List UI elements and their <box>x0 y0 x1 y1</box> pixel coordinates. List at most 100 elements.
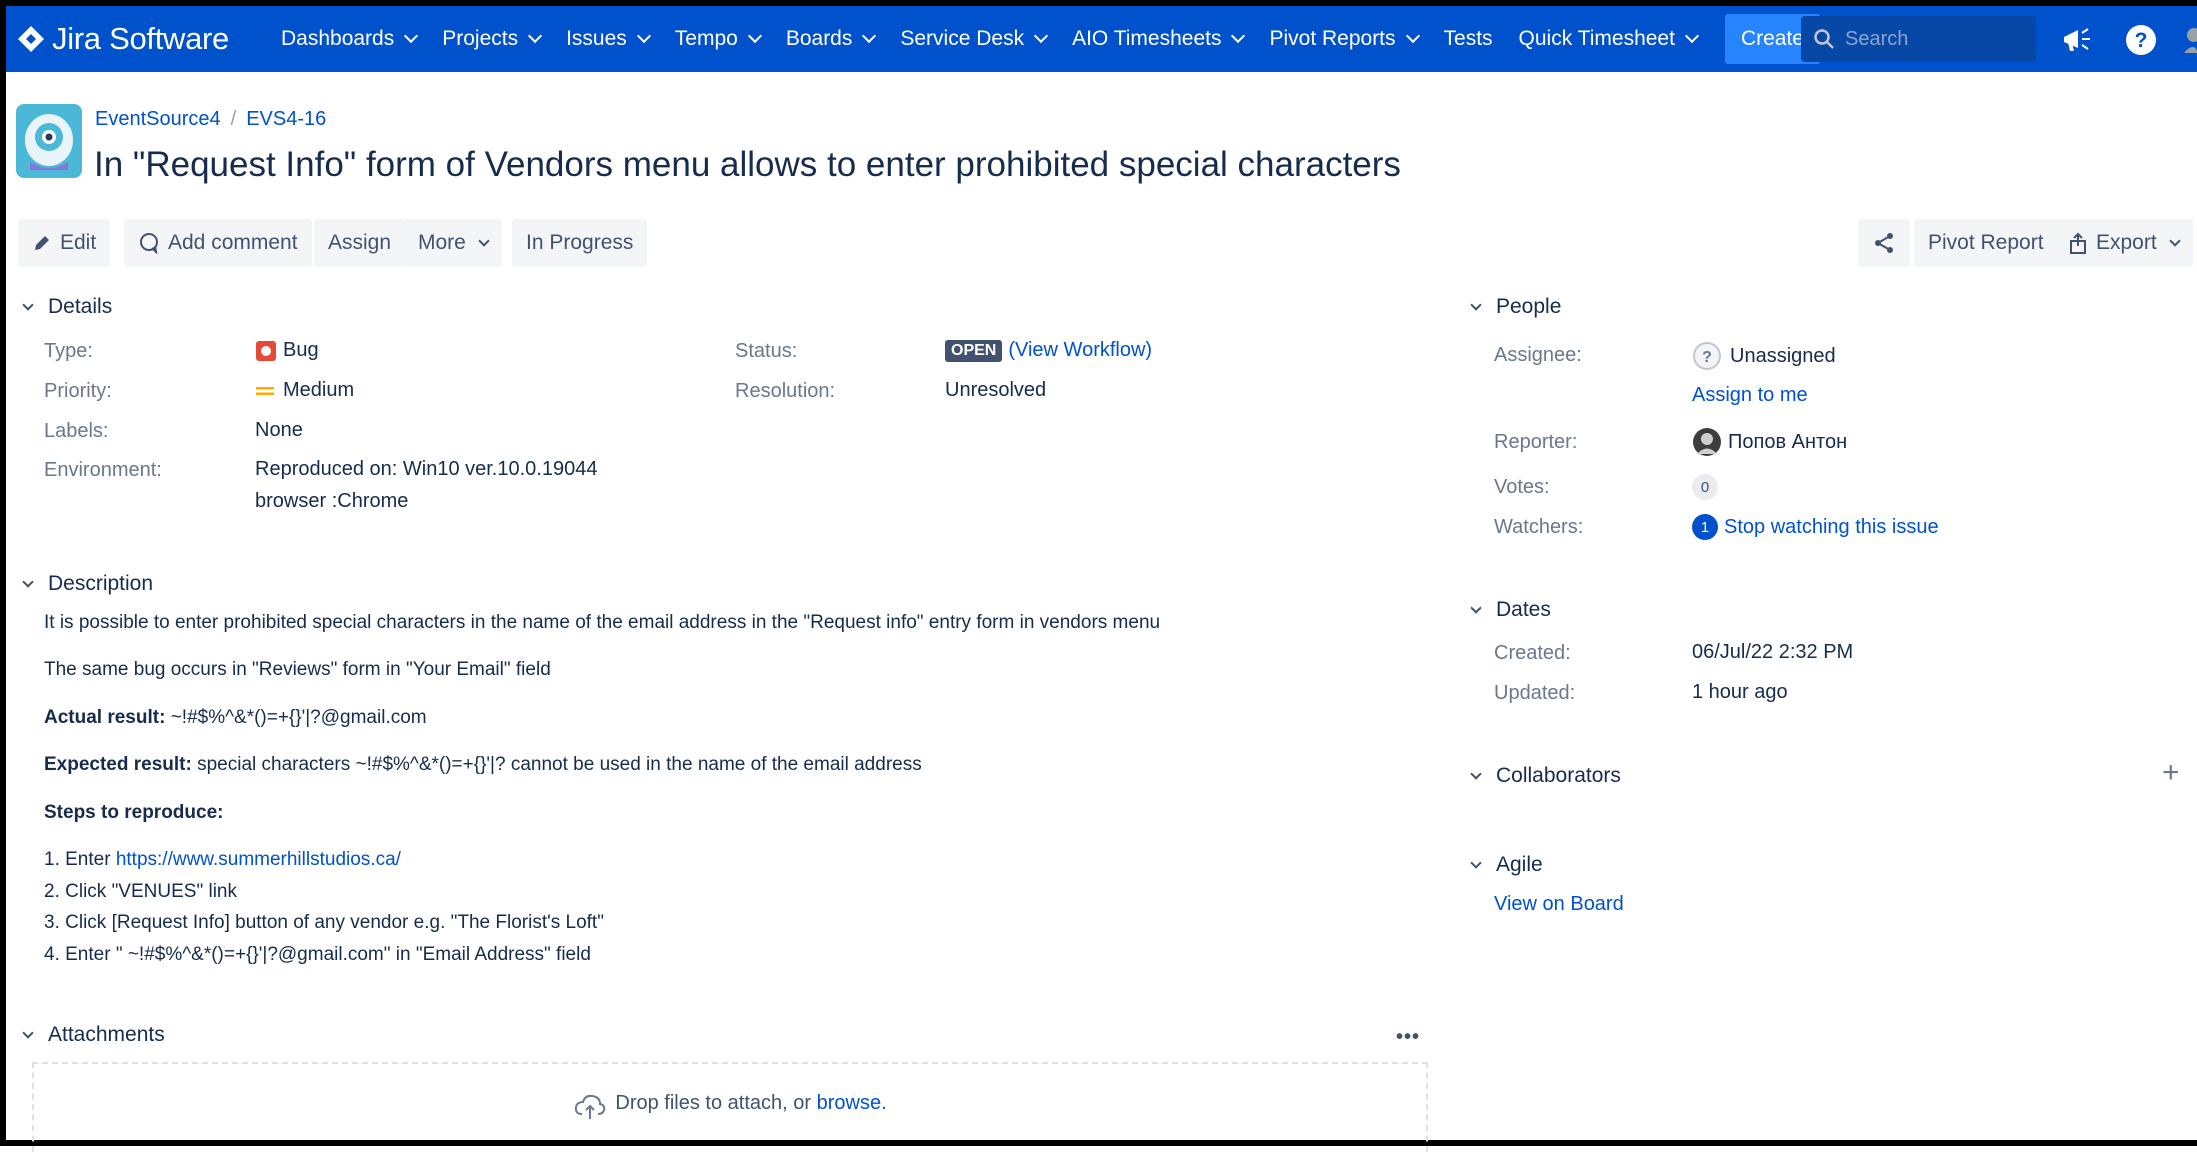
assignee-value[interactable]: ? Unassigned <box>1692 341 1836 371</box>
more-label: More <box>418 231 466 254</box>
breadcrumb-project-link[interactable]: EventSource4 <box>95 108 221 131</box>
priority-medium-icon <box>256 386 274 395</box>
chevron-down-icon <box>1470 298 1482 311</box>
description-section-toggle[interactable]: Description <box>18 572 153 596</box>
priority-value-text: Medium <box>283 379 355 401</box>
add-comment-button[interactable]: Add comment <box>124 219 312 267</box>
chevron-down-icon <box>1470 856 1482 869</box>
chevron-down-icon <box>747 28 762 44</box>
nav-item-projects[interactable]: Projects <box>442 27 543 51</box>
agile-section-toggle[interactable]: Agile <box>1466 853 1543 877</box>
nav-item-label: Issues <box>566 27 627 50</box>
reporter-label: Reporter: <box>1494 431 1578 453</box>
pencil-icon <box>35 236 49 250</box>
nav-item-label: Quick Timesheet <box>1518 27 1675 50</box>
assignee-label: Assignee: <box>1494 344 1582 366</box>
stop-watching-link[interactable]: Stop watching this issue <box>1724 516 1939 539</box>
bug-icon <box>256 340 276 361</box>
help-icon[interactable]: ? <box>2124 23 2158 57</box>
priority-value[interactable]: Medium <box>255 379 354 402</box>
nav-item-tempo[interactable]: Tempo <box>675 27 762 51</box>
reporter-value[interactable]: Попов Антон <box>1692 427 1847 457</box>
status-label: Status: <box>735 340 798 362</box>
expected-result: Expected result: special characters ~!#$… <box>44 754 922 776</box>
labels-label: Labels: <box>44 420 109 442</box>
nav-item-quick-timesheet[interactable]: Quick Timesheet <box>1518 27 1700 51</box>
description-line1: It is possible to enter prohibited speci… <box>44 612 1161 633</box>
nav-item-boards[interactable]: Boards <box>786 27 877 51</box>
labels-value[interactable]: None <box>255 419 303 442</box>
step1-url-link[interactable]: https://www.summerhillstudios.ca/ <box>116 849 401 870</box>
environment-line2: browser :Chrome <box>255 490 409 512</box>
collaborators-section-toggle[interactable]: Collaborators <box>1466 764 1621 788</box>
assign-label: Assign <box>328 231 392 254</box>
edit-label: Edit <box>60 231 97 254</box>
chevron-down-icon <box>1405 28 1420 44</box>
actual-result: Actual result: ~!#$%^&*()=+{}'|?@gmail.c… <box>44 707 427 729</box>
step-1: 1. Enter https://www.summerhillstudios.c… <box>44 849 401 871</box>
project-avatar[interactable] <box>16 104 82 178</box>
svg-text:?: ? <box>2135 29 2148 52</box>
actual-result-value: ~!#$%^&*()=+{}'|?@gmail.com <box>165 707 427 728</box>
step-3: 3. Click [Request Info] button of any ve… <box>44 912 604 933</box>
attachments-section-toggle[interactable]: Attachments <box>18 1023 165 1047</box>
details-section-toggle[interactable]: Details <box>18 295 112 319</box>
watchers-value[interactable]: 1 Stop watching this issue <box>1692 514 1939 540</box>
details-heading: Details <box>48 295 113 318</box>
priority-label: Priority: <box>44 380 112 402</box>
export-button[interactable]: Export <box>2054 219 2193 267</box>
jira-logo[interactable]: Jira Software <box>6 21 229 57</box>
people-section-toggle[interactable]: People <box>1466 295 1561 319</box>
megaphone-icon[interactable] <box>2060 23 2094 57</box>
chevron-down-icon <box>1470 601 1482 614</box>
browse-link[interactable]: browse. <box>817 1092 887 1152</box>
in-progress-button[interactable]: In Progress <box>512 219 648 267</box>
dates-section-toggle[interactable]: Dates <box>1466 598 1551 622</box>
add-collaborator-plus-icon[interactable]: + <box>2162 756 2180 790</box>
chevron-down-icon <box>1684 28 1700 44</box>
description-line2: The same bug occurs in "Reviews" form in… <box>44 659 551 680</box>
share-button[interactable] <box>1858 219 1910 267</box>
assign-button[interactable]: Assign <box>314 219 406 267</box>
step-4: 4. Enter " ~!#$%^&*()=+{}'|?@gmail.com" … <box>44 944 591 965</box>
jira-diamond-icon <box>18 26 44 52</box>
chevron-down-icon <box>22 575 34 588</box>
nav-item-service-desk[interactable]: Service Desk <box>900 27 1049 51</box>
nav-item-pivot-reports[interactable]: Pivot Reports <box>1269 27 1420 51</box>
breadcrumb-issue-key-link[interactable]: EVS4-16 <box>246 108 326 131</box>
nav-item-label: AIO Timesheets <box>1072 27 1222 50</box>
attachments-heading: Attachments <box>48 1023 165 1046</box>
assign-to-me-link[interactable]: Assign to me <box>1692 384 1808 407</box>
project-robot-icon <box>25 114 73 170</box>
votes-value[interactable]: 0 <box>1692 474 1728 500</box>
nav-item-label: Pivot Reports <box>1269 27 1396 50</box>
add-comment-label: Add comment <box>168 231 298 254</box>
search-placeholder: Search <box>1845 27 1909 50</box>
type-value[interactable]: Bug <box>255 339 319 362</box>
nav-item-label: Tests <box>1443 27 1493 50</box>
nav-item-label: Projects <box>442 27 519 50</box>
nav-item-label: Service Desk <box>900 27 1025 50</box>
search-input[interactable]: Search <box>1801 16 2036 62</box>
issue-title[interactable]: In "Request Info" form of Vendors menu a… <box>94 145 1401 185</box>
nav-item-aio-timesheets[interactable]: AIO Timesheets <box>1072 27 1246 51</box>
attachments-more-icon[interactable]: ••• <box>1396 1026 1420 1049</box>
user-avatar-icon[interactable] <box>2182 23 2197 57</box>
reporter-avatar-icon <box>1693 428 1721 456</box>
logo-text: Jira Software <box>52 21 229 56</box>
chevron-down-icon <box>862 28 877 44</box>
view-on-board-link[interactable]: View on Board <box>1494 893 1624 916</box>
pivot-report-button[interactable]: Pivot Report <box>1914 219 2058 267</box>
svg-text:?: ? <box>1702 349 1712 366</box>
view-workflow-link[interactable]: (View Workflow) <box>1008 339 1152 362</box>
nav-item-dashboards[interactable]: Dashboards <box>281 27 419 51</box>
more-button[interactable]: More <box>404 219 502 267</box>
edit-button[interactable]: Edit <box>18 219 111 267</box>
chevron-down-icon <box>1231 28 1246 44</box>
attachment-dropzone[interactable]: Drop files to attach, or browse. <box>32 1062 1428 1152</box>
step1-prefix: 1. Enter <box>44 849 116 870</box>
in-progress-label: In Progress <box>526 231 634 254</box>
nav-item-tests[interactable]: Tests <box>1444 27 1493 51</box>
agile-heading: Agile <box>1496 853 1543 876</box>
nav-item-issues[interactable]: Issues <box>566 27 651 51</box>
